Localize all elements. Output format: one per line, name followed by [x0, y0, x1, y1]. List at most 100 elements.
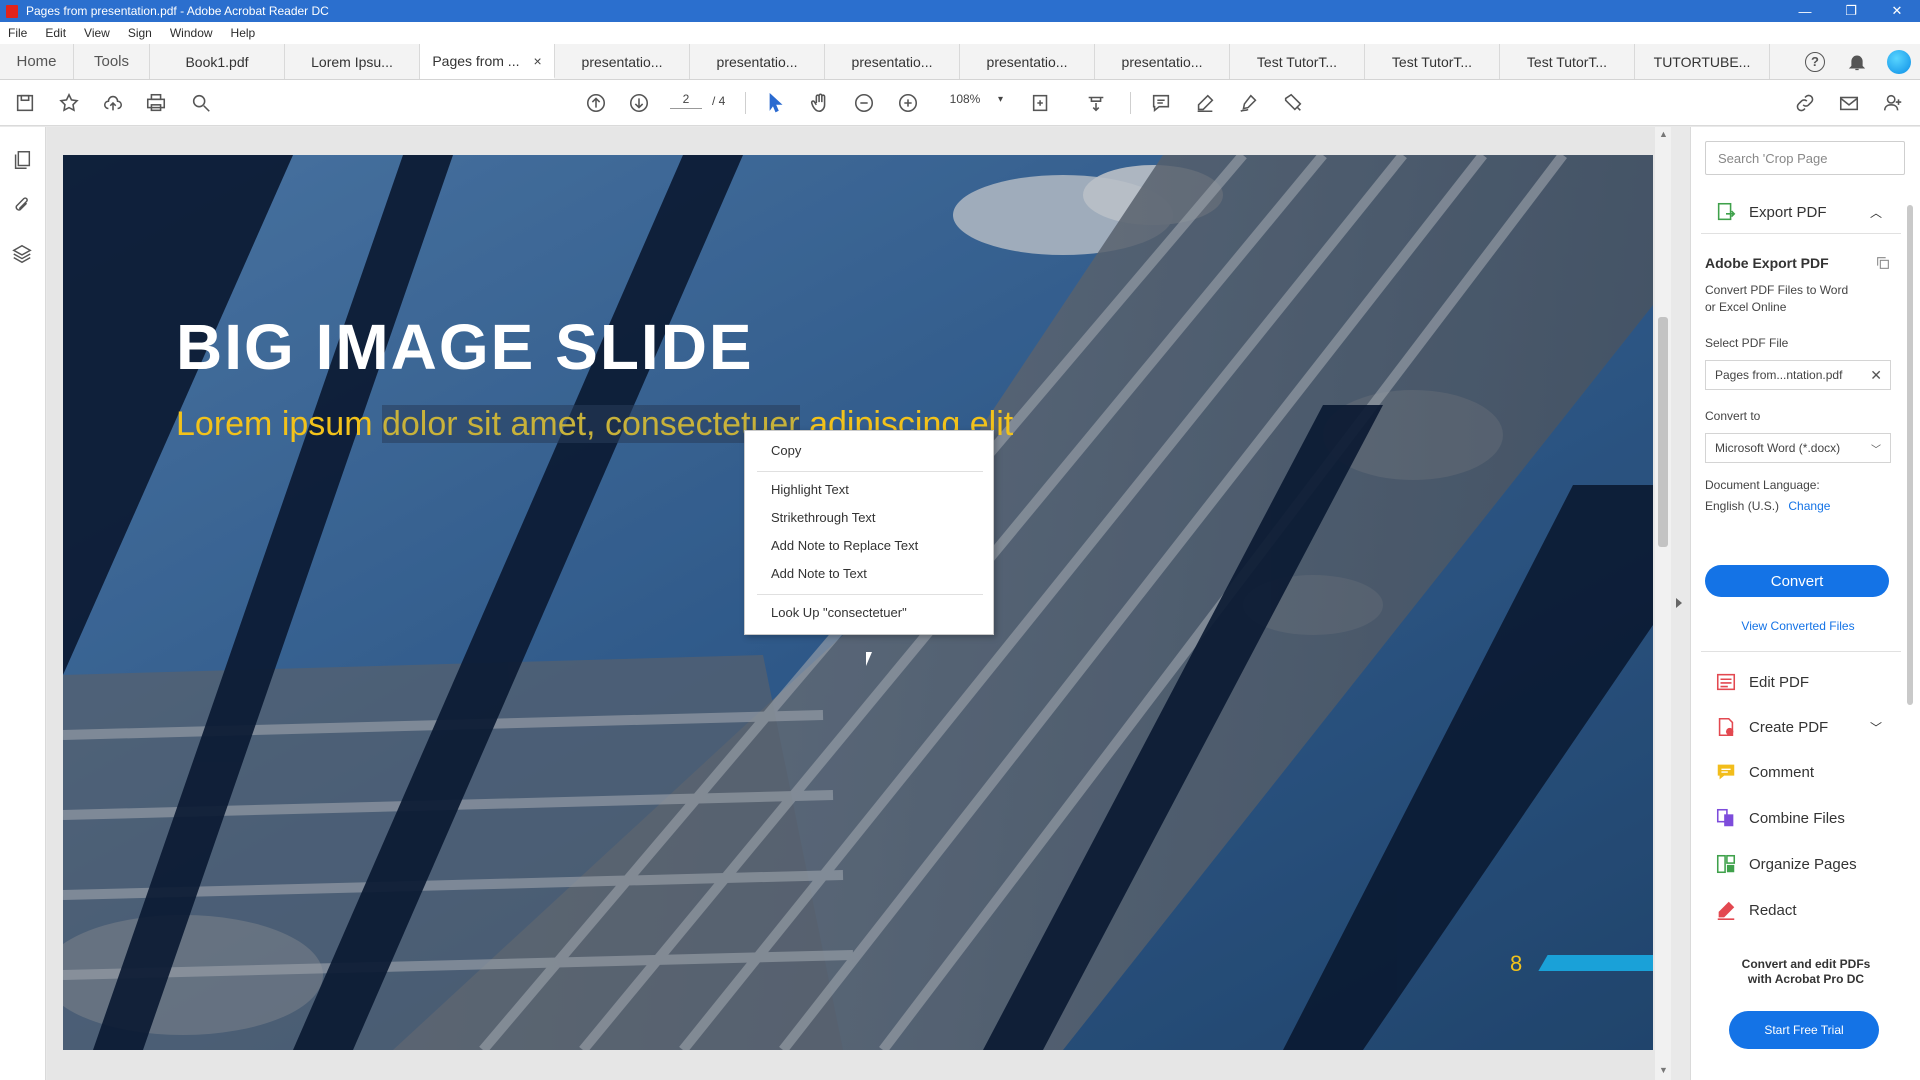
envelope-icon — [1839, 96, 1859, 111]
tab-document[interactable]: Test TutorT... — [1365, 44, 1500, 79]
signature-pen-icon — [1240, 94, 1257, 112]
combine-files-tool[interactable]: Combine Files — [1715, 807, 1845, 829]
collapse-right-panel-icon[interactable] — [1676, 598, 1682, 608]
tab-document[interactable]: presentatio... — [825, 44, 960, 79]
create-pdf-icon — [1718, 717, 1734, 737]
scrollbar-thumb[interactable] — [1907, 205, 1913, 705]
tab-document[interactable]: Test TutorT... — [1500, 44, 1635, 79]
page-thumbnails-button[interactable] — [11, 149, 35, 173]
hand-tool-button[interactable] — [807, 90, 833, 116]
menu-help[interactable]: Help — [231, 26, 256, 40]
tab-document[interactable]: Lorem Ipsu... — [285, 44, 420, 79]
chevron-down-icon[interactable]: ﹀ — [1870, 719, 1882, 736]
copy-icon[interactable] — [1875, 255, 1891, 271]
page-navigator: 2 / 4 — [670, 92, 725, 109]
context-highlight-text[interactable]: Highlight Text — [771, 479, 849, 501]
help-button[interactable]: ? — [1794, 44, 1836, 79]
context-copy[interactable]: Copy — [771, 440, 801, 462]
tools-search-input[interactable]: Search 'Crop Page — [1705, 141, 1905, 175]
account-button[interactable] — [1878, 44, 1920, 79]
comment-icon — [1717, 764, 1735, 780]
comment-tool[interactable]: Comment — [1715, 761, 1814, 783]
chevron-down-icon: ﹀ — [1871, 444, 1881, 456]
select-tool-button[interactable] — [762, 90, 788, 116]
tab-document[interactable]: presentatio... — [555, 44, 690, 79]
remove-file-icon[interactable]: ✕ — [1870, 367, 1882, 384]
document-scrollbar[interactable]: ▲ ▼ — [1655, 127, 1671, 1080]
zoom-in-button[interactable] — [895, 90, 921, 116]
change-language-link[interactable]: Change — [1788, 499, 1830, 513]
tag-edit-icon — [1284, 93, 1302, 111]
share-user-button[interactable] — [1880, 90, 1906, 116]
slide-title[interactable]: BIG IMAGE SLIDE — [176, 310, 754, 384]
adobe-export-description: or Excel Online — [1705, 300, 1787, 314]
context-add-note-replace[interactable]: Add Note to Replace Text — [771, 535, 918, 557]
panel-divider — [1701, 233, 1901, 234]
tools-pane-scrollbar[interactable] — [1905, 187, 1915, 907]
upload-button[interactable] — [100, 90, 126, 116]
context-look-up[interactable]: Look Up "consectetuer" — [771, 602, 907, 624]
toolbar-divider — [745, 92, 746, 114]
close-window-button[interactable]: ✕ — [1874, 0, 1920, 22]
zoom-out-button[interactable] — [851, 90, 877, 116]
scroll-up-icon[interactable]: ▲ — [1659, 129, 1668, 139]
scroll-mode-button[interactable] — [1083, 90, 1109, 116]
tab-document[interactable]: presentatio... — [690, 44, 825, 79]
tab-home[interactable]: Home — [0, 44, 74, 79]
minimize-button[interactable]: — — [1782, 0, 1828, 22]
previous-page-button[interactable] — [583, 90, 609, 116]
scrollbar-thumb[interactable] — [1658, 317, 1668, 547]
chevron-down-icon: ▾ — [998, 93, 1004, 105]
printer-icon — [146, 93, 166, 112]
create-pdf-tool[interactable]: Create PDF ﹀ — [1715, 716, 1882, 738]
bookmark-button[interactable] — [56, 90, 82, 116]
highlight-button[interactable] — [1192, 90, 1218, 116]
start-free-trial-button[interactable]: Start Free Trial — [1729, 1011, 1879, 1049]
redact-label: Redact — [1749, 901, 1797, 919]
selected-text[interactable]: dolor sit amet, consectetuer — [381, 405, 800, 443]
tab-document[interactable]: Book1.pdf — [150, 44, 285, 79]
find-button[interactable] — [188, 90, 214, 116]
scroll-down-icon[interactable]: ▼ — [1659, 1065, 1668, 1075]
add-comment-button[interactable] — [1148, 90, 1174, 116]
attachments-button[interactable] — [11, 195, 35, 219]
selected-file-field[interactable]: Pages from...ntation.pdf ✕ — [1705, 360, 1891, 390]
current-page-input[interactable]: 2 — [670, 92, 702, 109]
email-button[interactable] — [1836, 90, 1862, 116]
organize-pages-tool[interactable]: Organize Pages — [1715, 853, 1857, 875]
tab-document[interactable]: TUTORTUBE... — [1635, 44, 1770, 79]
menu-view[interactable]: View — [84, 26, 110, 40]
fit-page-button[interactable] — [1028, 90, 1054, 116]
context-strikethrough-text[interactable]: Strikethrough Text — [771, 507, 876, 529]
convert-to-select[interactable]: Microsoft Word (*.docx) ﹀ — [1705, 433, 1891, 463]
convert-button[interactable]: Convert — [1705, 565, 1889, 597]
save-button[interactable] — [12, 90, 38, 116]
close-tab-icon[interactable]: × — [533, 53, 541, 69]
draw-button[interactable] — [1236, 90, 1262, 116]
redact-tool[interactable]: Redact — [1715, 899, 1797, 921]
context-add-note[interactable]: Add Note to Text — [771, 563, 867, 585]
tab-document-active[interactable]: Pages from ... × — [420, 44, 555, 79]
zoom-level-select[interactable]: 108% ▾ — [940, 92, 1003, 106]
layers-button[interactable] — [11, 243, 35, 267]
tab-document[interactable]: Test TutorT... — [1230, 44, 1365, 79]
notifications-button[interactable] — [1836, 44, 1878, 79]
share-link-button[interactable] — [1792, 90, 1818, 116]
edit-pdf-tool[interactable]: Edit PDF — [1715, 671, 1809, 693]
edit-pdf-label: Edit PDF — [1749, 673, 1810, 691]
restore-button[interactable]: ❐ — [1828, 0, 1874, 22]
next-page-button[interactable] — [626, 90, 652, 116]
tab-document[interactable]: presentatio... — [1095, 44, 1230, 79]
menu-window[interactable]: Window — [170, 26, 213, 40]
search-icon — [192, 94, 210, 112]
export-pdf-tool[interactable]: Export PDF ︿ — [1715, 201, 1882, 223]
chevron-up-icon[interactable]: ︿ — [1870, 204, 1882, 221]
menu-sign[interactable]: Sign — [128, 26, 152, 40]
menu-file[interactable]: File — [8, 26, 27, 40]
menu-edit[interactable]: Edit — [45, 26, 66, 40]
tab-tools[interactable]: Tools — [74, 44, 150, 79]
print-button[interactable] — [143, 90, 169, 116]
tab-document[interactable]: presentatio... — [960, 44, 1095, 79]
fill-sign-button[interactable] — [1280, 90, 1306, 116]
view-converted-files-link[interactable]: View Converted Files — [1691, 619, 1905, 633]
